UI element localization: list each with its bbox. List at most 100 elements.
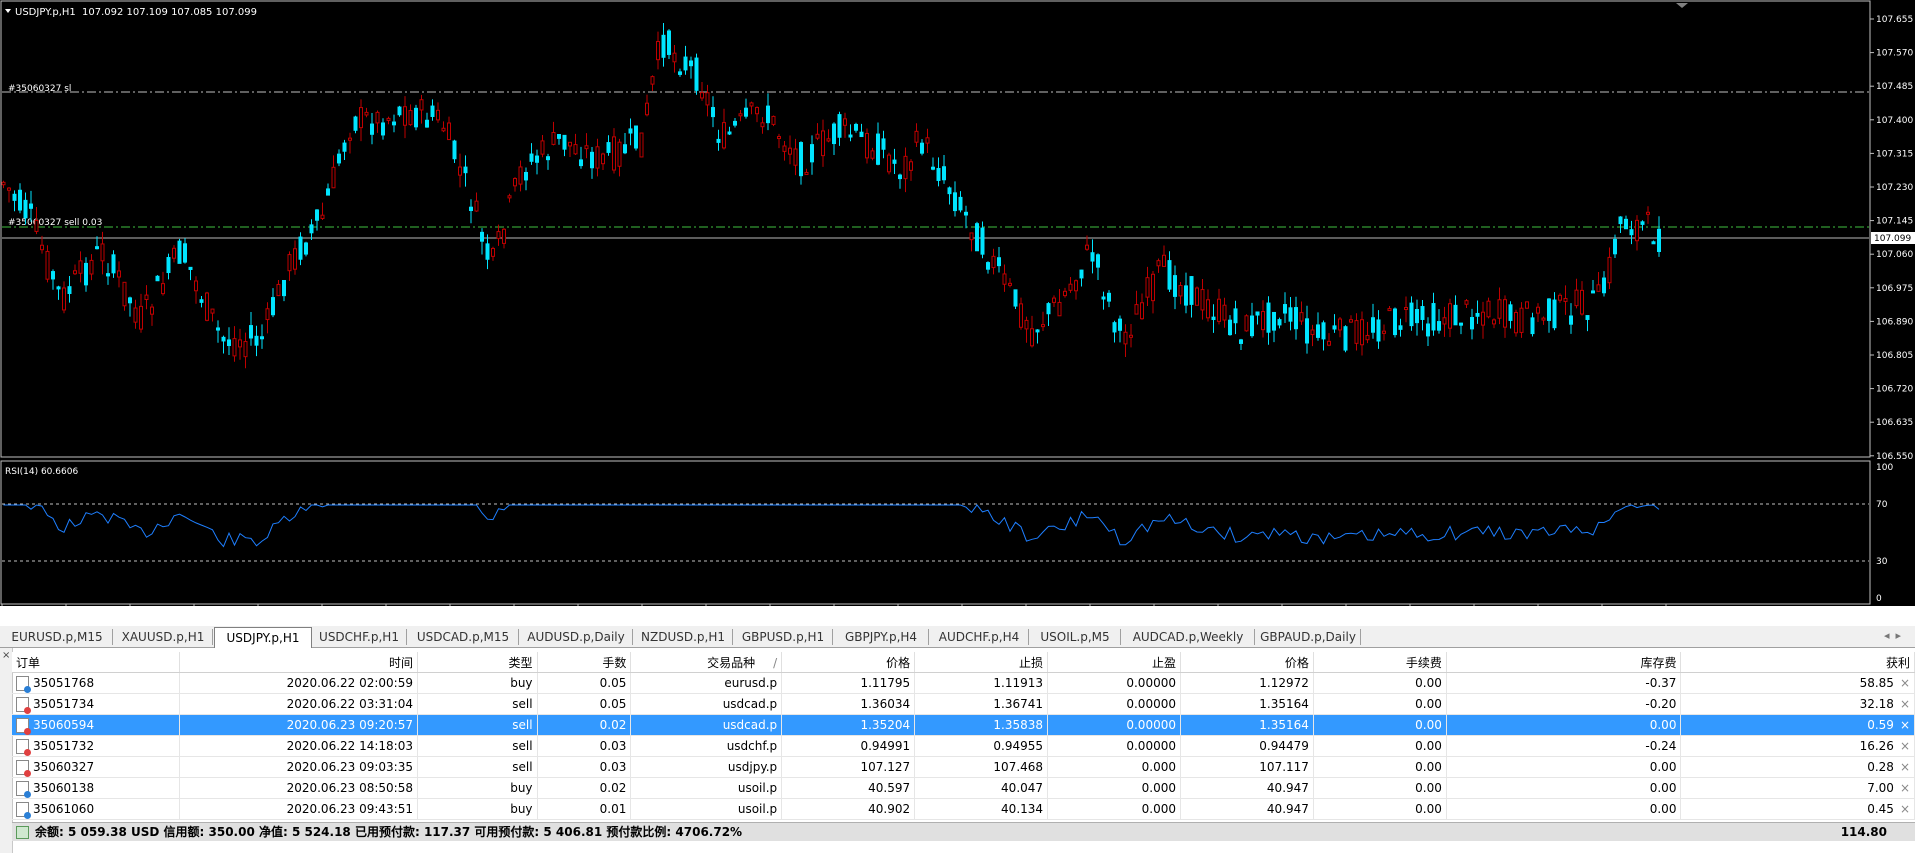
cell-type: sell	[417, 693, 538, 715]
order-row[interactable]: 35051734 2020.06.22 03:31:04 sell 0.05 usdca…	[12, 693, 1915, 715]
candle-body	[320, 214, 325, 219]
candle-body	[381, 122, 385, 136]
cell-value: 0.02	[599, 718, 627, 732]
cell-lots: 0.02	[537, 777, 632, 799]
candle-body	[425, 119, 429, 128]
symbol-tab[interactable]: EURUSD.p,M15	[2, 629, 113, 645]
column-header[interactable]: 库存费	[1446, 652, 1682, 673]
cell-value: -0.24	[1645, 739, 1677, 753]
order-row[interactable]: 35060138 2020.06.23 08:50:58 buy 0.02 usoil.…	[12, 777, 1915, 799]
price-axis-label: 107.230	[1876, 183, 1913, 193]
cell-order: 35051732	[12, 735, 181, 757]
cell-sl: 0.94955	[914, 735, 1049, 757]
candle-body	[1239, 339, 1243, 344]
symbol-tab[interactable]: USDJPY.p,H1	[214, 627, 312, 648]
candle-body	[1426, 323, 1430, 337]
cell-value: 2020.06.23 09:20:57	[286, 718, 413, 732]
close-order-icon[interactable]: ×	[1900, 739, 1910, 753]
close-order-icon[interactable]: ×	[1900, 781, 1910, 795]
price-chart[interactable]: USDJPY.p,H1 107.092 107.109 107.085 107.…	[0, 0, 1915, 618]
cell-tp: 0.000	[1047, 777, 1181, 799]
symbol-tab[interactable]: NZDUSD.p,H1	[634, 629, 733, 645]
cell-cur: 40.947	[1180, 777, 1314, 799]
symbol-tab[interactable]: AUDCHF.p,H4	[930, 629, 1029, 645]
candle-body	[430, 105, 435, 117]
candle-body	[183, 243, 187, 263]
symbol-tab[interactable]: GBPJPY.p,H4	[834, 629, 929, 645]
cell-value: 1.11795	[860, 676, 911, 690]
symbol-tab[interactable]: USDCAD.p,M15	[408, 629, 519, 645]
candle-body	[837, 114, 842, 138]
column-header[interactable]: 获利	[1680, 652, 1915, 673]
chart-area[interactable]: USDJPY.p,H1 107.092 107.109 107.085 107.…	[0, 0, 1915, 618]
order-row[interactable]: 35060594 2020.06.23 09:20:57 sell 0.02 usdca…	[12, 714, 1915, 736]
candle-body	[645, 102, 649, 116]
close-order-icon[interactable]: ×	[1900, 697, 1910, 711]
summary-total-profit: 114.80	[1840, 825, 1887, 839]
symbol-tab[interactable]: XAUUSD.p,H1	[114, 629, 213, 645]
cell-time: 2020.06.22 14:18:03	[179, 735, 418, 757]
column-header[interactable]: 价格	[1180, 652, 1314, 673]
candle-body	[45, 250, 50, 280]
cell-value: 16.26	[1859, 739, 1894, 753]
candle-body	[1431, 303, 1436, 331]
candle-body	[1558, 294, 1562, 301]
column-header[interactable]: 价格	[781, 652, 916, 673]
candle-body	[276, 283, 281, 297]
candle-body	[1640, 221, 1645, 225]
column-header[interactable]: 手续费	[1313, 652, 1447, 673]
order-row[interactable]: 35051732 2020.06.22 14:18:03 sell 0.03 usdch…	[12, 735, 1915, 757]
candle-body	[271, 297, 275, 316]
column-header[interactable]: 类型	[417, 652, 538, 673]
column-header[interactable]: 手数	[537, 652, 632, 673]
column-header[interactable]: 订单	[12, 652, 181, 673]
cell-value: 35061060	[33, 801, 95, 816]
candle-body	[1651, 241, 1656, 245]
column-header[interactable]: 止盈	[1047, 652, 1181, 673]
candle-body	[1618, 216, 1623, 225]
column-header[interactable]: 止损	[914, 652, 1049, 673]
symbol-tab[interactable]: AUDUSD.p,Daily	[520, 629, 633, 645]
column-header-label: 类型	[508, 655, 533, 670]
candle-body	[1327, 340, 1331, 346]
close-order-icon[interactable]: ×	[1900, 802, 1910, 816]
candle-body	[617, 141, 622, 167]
candle-body	[634, 125, 638, 149]
terminal-close-icon[interactable]: ×	[2, 650, 10, 661]
candle-body	[1387, 308, 1392, 312]
rsi-axis-label: 30	[1876, 557, 1888, 567]
close-order-icon[interactable]: ×	[1900, 718, 1910, 732]
candle-body	[370, 123, 374, 135]
sell-order-icon	[16, 717, 31, 735]
cell-commission: 0.00	[1313, 693, 1447, 715]
cell-sl: 1.36741	[914, 693, 1049, 715]
order-row[interactable]: 35060327 2020.06.23 09:03:35 sell 0.03 usdjp…	[12, 756, 1915, 778]
candle-body	[1459, 322, 1463, 326]
candle-body	[1118, 318, 1122, 331]
candle-body	[194, 280, 198, 292]
close-order-icon[interactable]: ×	[1900, 676, 1910, 690]
candle-body	[749, 102, 754, 107]
candle-body	[744, 107, 748, 117]
symbol-tab[interactable]: GBPUSD.p,H1	[734, 629, 833, 645]
symbol-tab[interactable]: GBPAUD.p,Daily	[1256, 629, 1361, 645]
column-header[interactable]: 时间	[179, 652, 418, 673]
price-axis-label: 107.060	[1876, 250, 1913, 260]
cell-value: 32.18	[1859, 697, 1894, 711]
column-header[interactable]: 交易品种 /	[630, 652, 783, 673]
order-row[interactable]: 35051768 2020.06.22 02:00:59 buy 0.05 eurusd…	[12, 672, 1915, 694]
cell-time: 2020.06.23 08:50:58	[179, 777, 418, 799]
candle-body	[551, 132, 556, 145]
symbol-tab[interactable]: USDCHF.p,H1	[312, 629, 407, 645]
candle-body	[1255, 311, 1260, 316]
candle-body	[579, 159, 583, 167]
tab-scroll-arrows[interactable]: ◂▸	[1884, 629, 1907, 642]
candle-body	[1288, 307, 1293, 322]
order-row[interactable]: 35061060 2020.06.23 09:43:51 buy 0.01 usoil.…	[12, 798, 1915, 820]
symbol-tab[interactable]: AUDCAD.p,Weekly	[1122, 629, 1255, 645]
candle-body	[1574, 289, 1579, 307]
close-order-icon[interactable]: ×	[1900, 760, 1910, 774]
cell-value: 107.127	[860, 760, 911, 774]
symbol-tab[interactable]: USOIL.p,M5	[1030, 629, 1121, 645]
cell-commission: 0.00	[1313, 756, 1447, 778]
